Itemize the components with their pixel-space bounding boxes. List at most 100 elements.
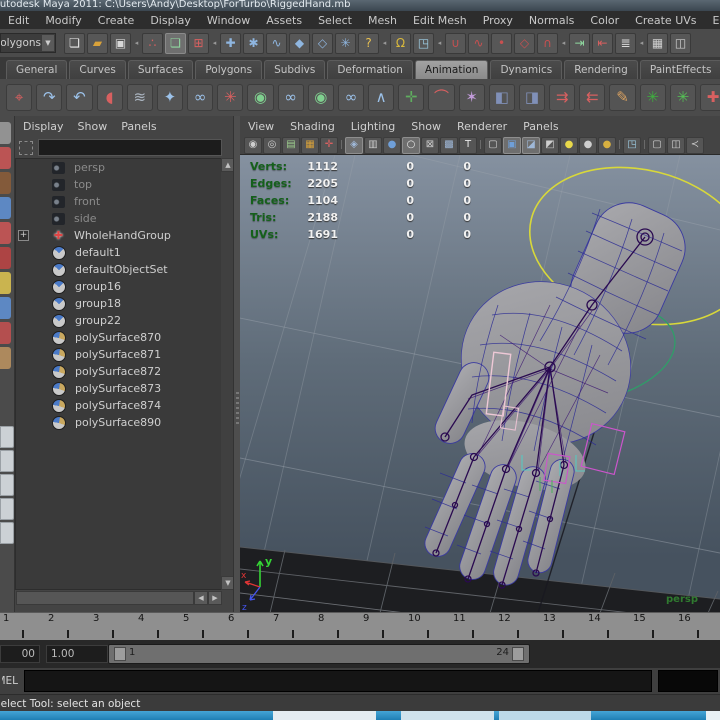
taskbar-button[interactable] [706, 711, 720, 720]
frame-tick[interactable]: 2 [45, 613, 90, 641]
frame-tick[interactable]: 8 [315, 613, 360, 641]
ghost-figure-icon[interactable]: ≋ [126, 84, 153, 111]
outliner-vscrollbar[interactable] [221, 158, 233, 588]
scale-tool-icon[interactable] [0, 247, 11, 269]
menu-item[interactable]: Edit UVs [705, 14, 720, 27]
camera-attributes-icon[interactable]: ◎ [263, 136, 281, 154]
shelf-tab[interactable]: Polygons [195, 60, 263, 79]
viewport-menu-item[interactable]: Renderer [457, 120, 507, 133]
outliner-item-polysurface870[interactable]: polySurface870 [16, 329, 221, 346]
hud-text-icon[interactable]: T [459, 136, 477, 154]
range-start-handle[interactable] [114, 647, 126, 661]
mask-curves-icon[interactable]: ∿ [266, 32, 287, 54]
construction-history-icon[interactable]: ≣ [615, 32, 636, 54]
layout-persp-outliner-button[interactable] [0, 498, 14, 520]
film-gate-icon[interactable]: ◈ [345, 136, 363, 154]
default-material-icon[interactable]: ○ [402, 136, 420, 154]
outliner-item-polysurface890[interactable]: polySurface890 [16, 414, 221, 431]
set-key-icon[interactable]: ⌖ [6, 84, 33, 111]
head-split-icon[interactable]: ◧ [488, 84, 515, 111]
shelf-tab[interactable]: General [6, 60, 68, 79]
menu-item[interactable]: Normals [521, 14, 583, 27]
menu-item[interactable]: Assets [258, 14, 310, 27]
select-component-icon[interactable]: ⊞ [188, 32, 209, 54]
taskbar-spacer[interactable] [591, 711, 707, 720]
select-object-icon[interactable]: ❏ [165, 32, 186, 54]
frame-tick[interactable]: 13 [540, 613, 585, 641]
xray-cube-icon[interactable]: ◪ [522, 136, 540, 154]
shaded-cube-icon[interactable]: ▣ [503, 136, 521, 154]
show-manip-icon[interactable] [0, 322, 11, 344]
ik-spring-icon[interactable]: ✳ [217, 84, 244, 111]
taskbar-button[interactable] [499, 711, 591, 720]
outliner-search-input[interactable] [38, 139, 222, 156]
mask-handles-icon[interactable]: ✚ [220, 32, 241, 54]
frame-tick[interactable]: 9 [360, 613, 405, 641]
playback-start-field[interactable]: 1.00 [46, 645, 108, 663]
frame-tick[interactable]: 15 [630, 613, 675, 641]
view-axis-icon[interactable]: ✛ [320, 136, 338, 154]
frame-tick[interactable]: 14 [585, 613, 630, 641]
outliner-item-polysurface872[interactable]: polySurface872 [16, 363, 221, 380]
construction-outputs-icon[interactable]: ⇤ [592, 32, 613, 54]
paint-weights-icon[interactable]: ✎ [609, 84, 636, 111]
resolution-gate-icon[interactable]: ▥ [364, 136, 382, 154]
taskbar-button[interactable] [272, 711, 376, 720]
layout-hypershade-button[interactable] [0, 522, 14, 544]
menu-item[interactable]: Edit Mesh [405, 14, 475, 27]
field-chart-icon[interactable]: ▩ [440, 136, 458, 154]
menu-item[interactable]: Select [310, 14, 360, 27]
mask-misc-icon[interactable]: ? [358, 32, 379, 54]
bookmark-icon[interactable]: ▤ [282, 136, 300, 154]
outliner-item-group18[interactable]: group18 [16, 295, 221, 312]
ik-rotate-plane-icon[interactable]: ↶ [66, 84, 93, 111]
share-icon[interactable]: ≺ [686, 136, 704, 154]
joint-chain-icon[interactable]: ∞ [337, 84, 365, 111]
outliner-item-side[interactable]: side [16, 210, 221, 227]
frame-tick[interactable]: 5 [180, 613, 225, 641]
highlight-selection-icon[interactable]: ◳ [413, 32, 434, 54]
outliner-item-polysurface871[interactable]: polySurface871 [16, 346, 221, 363]
last-tool-icon[interactable] [0, 347, 11, 369]
viewport-menu-item[interactable]: Show [411, 120, 441, 133]
taskbar-spacer[interactable] [376, 711, 401, 720]
render-current-frame-icon[interactable]: ◫ [670, 32, 691, 54]
default-light-icon[interactable]: ● [579, 136, 597, 154]
outliner-item-group22[interactable]: group22 [16, 312, 221, 329]
shelf-tab[interactable]: Animation [414, 60, 489, 79]
frame-tick[interactable]: 1 [0, 613, 45, 641]
menu-set-dropdown[interactable]: Polygons ▼ [0, 33, 56, 53]
constraint-point-icon[interactable]: ◉ [247, 84, 274, 111]
range-end-handle[interactable] [512, 647, 524, 661]
ik-handle-icon[interactable]: ↷ [36, 84, 63, 111]
snap-curve-icon[interactable]: ∿ [468, 32, 489, 54]
select-hierarchy-icon[interactable]: ∴ [142, 32, 163, 54]
rotate-tool-icon[interactable] [0, 222, 11, 244]
stand-figure-icon[interactable]: ✦ [156, 84, 184, 111]
ik-arc-icon[interactable]: ⌒ [428, 84, 455, 111]
frame-tick[interactable]: 7 [270, 613, 315, 641]
hscroll-track[interactable] [16, 591, 194, 605]
universal-manip-icon[interactable] [0, 272, 11, 294]
expand-icon[interactable] [18, 230, 29, 241]
menu-item[interactable]: Modify [37, 14, 89, 27]
save-scene-icon[interactable]: ▣ [110, 32, 131, 54]
snap-point-icon[interactable]: • [491, 32, 512, 54]
viewport-canvas[interactable]: y x z persp Verts: 1112 0 0 Edges: 2205 [199, 149, 720, 652]
multi-cube-icon[interactable]: ◫ [667, 136, 685, 154]
layout-four-pane-button[interactable] [0, 474, 14, 496]
new-scene-icon[interactable]: ❏ [64, 32, 85, 54]
render-view-icon[interactable]: ▦ [647, 32, 668, 54]
blend-shape-icon[interactable]: ✳ [639, 84, 666, 111]
mask-deformations-icon[interactable]: ◇ [312, 32, 333, 54]
snap-grid-icon[interactable]: ∪ [445, 32, 466, 54]
move-tool-icon[interactable] [0, 197, 11, 219]
head-pair-icon[interactable]: ◨ [518, 84, 546, 111]
mask-dynamics-icon[interactable]: ✳ [335, 32, 356, 54]
outliner-item-polysurface873[interactable]: polySurface873 [16, 380, 221, 397]
menu-item[interactable]: Proxy [475, 14, 521, 27]
anim-start-field[interactable]: 00 [0, 645, 40, 663]
select-camera-icon[interactable]: ◉ [244, 136, 262, 154]
no-lights-icon[interactable]: ● [560, 136, 578, 154]
character-rig-icon[interactable]: ✶ [458, 84, 485, 111]
